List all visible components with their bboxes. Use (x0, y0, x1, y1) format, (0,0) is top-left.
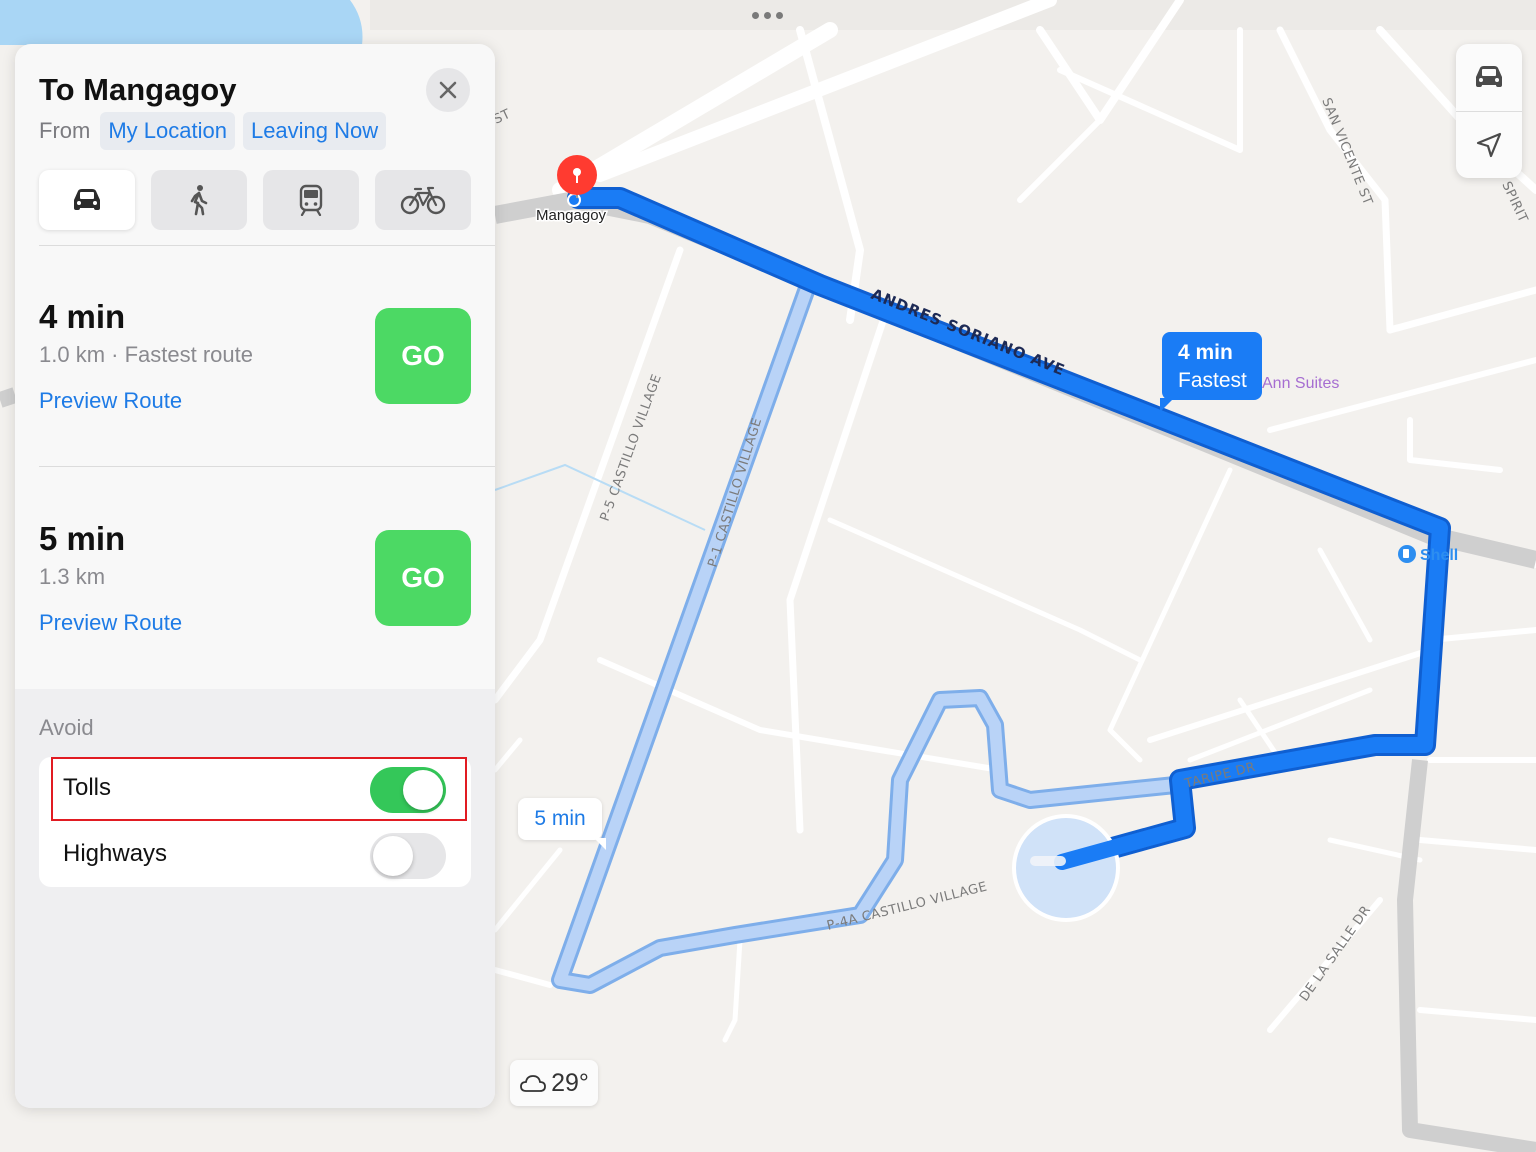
route-time: 5 min (39, 520, 126, 557)
close-button[interactable] (426, 68, 470, 112)
avoid-tolls-toggle[interactable] (370, 767, 446, 813)
route-detail: 1.0 km · Fastest route (39, 342, 253, 367)
page-title: To Mangagoy (39, 72, 237, 107)
close-icon (439, 81, 457, 99)
go-button[interactable]: GO (375, 308, 471, 404)
poi-ann-suites[interactable]: Ann Suites (1262, 375, 1339, 392)
avoid-highways-label: Highways (63, 840, 168, 867)
directions-panel: To Mangagoy From My Location Leaving Now (15, 44, 495, 1108)
mode-driving[interactable] (39, 170, 135, 230)
transport-mode-selector (39, 170, 471, 230)
route-option[interactable]: 4 min 1.0 km · Fastest route Preview Rou… (15, 246, 495, 456)
route-detail: 1.3 km (39, 564, 106, 589)
mode-walking[interactable] (151, 170, 247, 230)
from-label: From (39, 118, 91, 143)
avoid-options-card: Tolls Highways (39, 757, 471, 887)
go-button[interactable]: GO (375, 530, 471, 626)
car-icon (1476, 66, 1502, 87)
preview-route-link[interactable]: Preview Route (39, 388, 182, 414)
avoid-tolls-row[interactable]: Tolls (39, 757, 471, 821)
avoid-tolls-label: Tolls (63, 774, 112, 801)
weather-badge[interactable]: 29° (510, 1060, 598, 1106)
departure-time-chip[interactable]: Leaving Now (242, 112, 387, 150)
car-icon (74, 189, 100, 210)
svg-text:Shell: Shell (1420, 547, 1458, 564)
route-time: 4 min (39, 298, 126, 335)
map-controls (1456, 44, 1522, 178)
walking-icon (190, 185, 208, 216)
avoid-highways-row[interactable]: Highways (39, 823, 471, 887)
location-arrow-icon (1476, 132, 1502, 158)
avoid-section: Avoid Tolls Highways (15, 689, 495, 1108)
cloud-icon (520, 1075, 546, 1092)
alternate-route-callout[interactable]: 5 min (518, 798, 606, 850)
fastest-route-callout[interactable]: 4 min Fastest (1160, 332, 1262, 412)
mode-cycling[interactable] (375, 170, 471, 230)
sheet-grabber[interactable] (752, 12, 783, 19)
route-option[interactable]: 5 min 1.3 km Preview Route GO (15, 468, 495, 678)
track-location-button[interactable] (1456, 112, 1522, 178)
origin-chip[interactable]: My Location (100, 112, 235, 150)
avoid-title: Avoid (39, 715, 94, 740)
bicycle-icon (400, 186, 446, 215)
preview-route-link[interactable]: Preview Route (39, 610, 182, 636)
temperature: 29° (551, 1068, 589, 1097)
train-icon (299, 184, 323, 216)
map-mode-button[interactable] (1456, 44, 1522, 110)
poi-shell[interactable]: Shell (1398, 545, 1458, 564)
avoid-highways-toggle[interactable] (370, 833, 446, 879)
destination-label: Mangagoy (536, 207, 607, 224)
mode-transit[interactable] (263, 170, 359, 230)
